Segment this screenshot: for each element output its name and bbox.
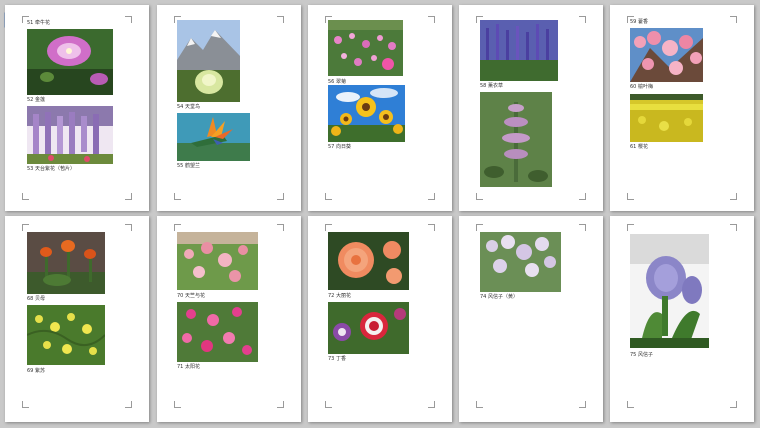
document-page: 70 天竺与花 71 太阳花 (157, 216, 301, 422)
figure-caption: 75 风信子 (630, 352, 653, 358)
flower-photo[interactable] (480, 232, 561, 292)
document-page: 58 薰衣草 (459, 5, 603, 211)
corner-mark (730, 193, 737, 200)
flower-photo[interactable] (177, 113, 250, 161)
figure-caption: 73 丁香 (328, 356, 346, 362)
corner-mark (428, 193, 435, 200)
figure-caption: 71 太阳花 (177, 364, 200, 370)
corner-mark (428, 401, 435, 408)
corner-mark (277, 224, 284, 231)
flower-photo[interactable] (27, 29, 113, 95)
flower-photo[interactable] (177, 302, 258, 362)
corner-mark (22, 224, 29, 231)
figure-caption: 70 天竺与花 (177, 293, 205, 299)
figure-caption: 61 樱花 (630, 144, 648, 150)
corner-mark (730, 224, 737, 231)
figure-caption: 72 大丽花 (328, 293, 351, 299)
corner-mark (476, 224, 483, 231)
corner-mark (428, 224, 435, 231)
corner-mark (277, 401, 284, 408)
figure-caption: 59 藿香 (630, 19, 648, 25)
flower-photo[interactable] (630, 94, 703, 142)
document-page: 54 天堂鸟 55 鹤望兰 (157, 5, 301, 211)
corner-mark (325, 224, 332, 231)
document-page: 74 风信子（黄） (459, 216, 603, 422)
figure-caption: 60 榆叶梅 (630, 84, 653, 90)
figure-caption: 69 紫苏 (27, 368, 45, 374)
figure-caption: 53 天台紫花（苞片） (27, 166, 75, 172)
corner-mark (125, 193, 132, 200)
flower-photo[interactable] (480, 20, 558, 81)
corner-mark (22, 193, 29, 200)
corner-mark (627, 193, 634, 200)
flower-photo[interactable] (27, 305, 105, 365)
document-page: 51 牵牛花 52 金莲 53 天台紫花（苞片） (5, 5, 149, 211)
flower-photo[interactable] (328, 20, 403, 76)
flower-photo[interactable] (27, 232, 105, 294)
corner-mark (277, 193, 284, 200)
corner-mark (125, 224, 132, 231)
corner-mark (277, 16, 284, 23)
corner-mark (325, 401, 332, 408)
flower-photo[interactable] (630, 234, 709, 348)
corner-mark (730, 401, 737, 408)
corner-mark (730, 16, 737, 23)
corner-mark (125, 401, 132, 408)
corner-mark (428, 16, 435, 23)
corner-mark (476, 193, 483, 200)
document-page: 56 翠菊 57 向日葵 (308, 5, 452, 211)
flower-photo[interactable] (630, 28, 703, 82)
document-page: 68 贝母 69 紫苏 (5, 216, 149, 422)
corner-mark (579, 401, 586, 408)
figure-caption: 58 薰衣草 (480, 83, 503, 89)
flower-photo[interactable] (328, 302, 409, 354)
corner-mark (125, 16, 132, 23)
flower-photo[interactable] (27, 106, 113, 164)
figure-caption: 57 向日葵 (328, 144, 351, 150)
corner-mark (174, 193, 181, 200)
corner-mark (579, 16, 586, 23)
corner-mark (174, 224, 181, 231)
figure-caption: 55 鹤望兰 (177, 163, 200, 169)
corner-mark (174, 401, 181, 408)
corner-mark (627, 224, 634, 231)
figure-caption: 54 天堂鸟 (177, 104, 200, 110)
corner-mark (579, 193, 586, 200)
flower-photo[interactable] (480, 92, 552, 187)
document-page: 72 大丽花 73 丁香 (308, 216, 452, 422)
flower-photo[interactable] (177, 20, 240, 102)
corner-mark (325, 193, 332, 200)
figure-caption: 52 金莲 (27, 97, 45, 103)
flower-photo[interactable] (328, 232, 409, 290)
figure-caption: 51 牵牛花 (27, 20, 50, 26)
flower-photo[interactable] (328, 85, 405, 142)
flower-photo[interactable] (177, 232, 258, 290)
document-page: 59 藿香 60 榆叶梅 61 樱花 (610, 5, 754, 211)
figure-caption: 74 风信子（黄） (480, 294, 518, 300)
document-page: 75 风信子 (610, 216, 754, 422)
corner-mark (627, 401, 634, 408)
corner-mark (22, 401, 29, 408)
figure-caption: 68 贝母 (27, 296, 45, 302)
corner-mark (579, 224, 586, 231)
corner-mark (476, 401, 483, 408)
